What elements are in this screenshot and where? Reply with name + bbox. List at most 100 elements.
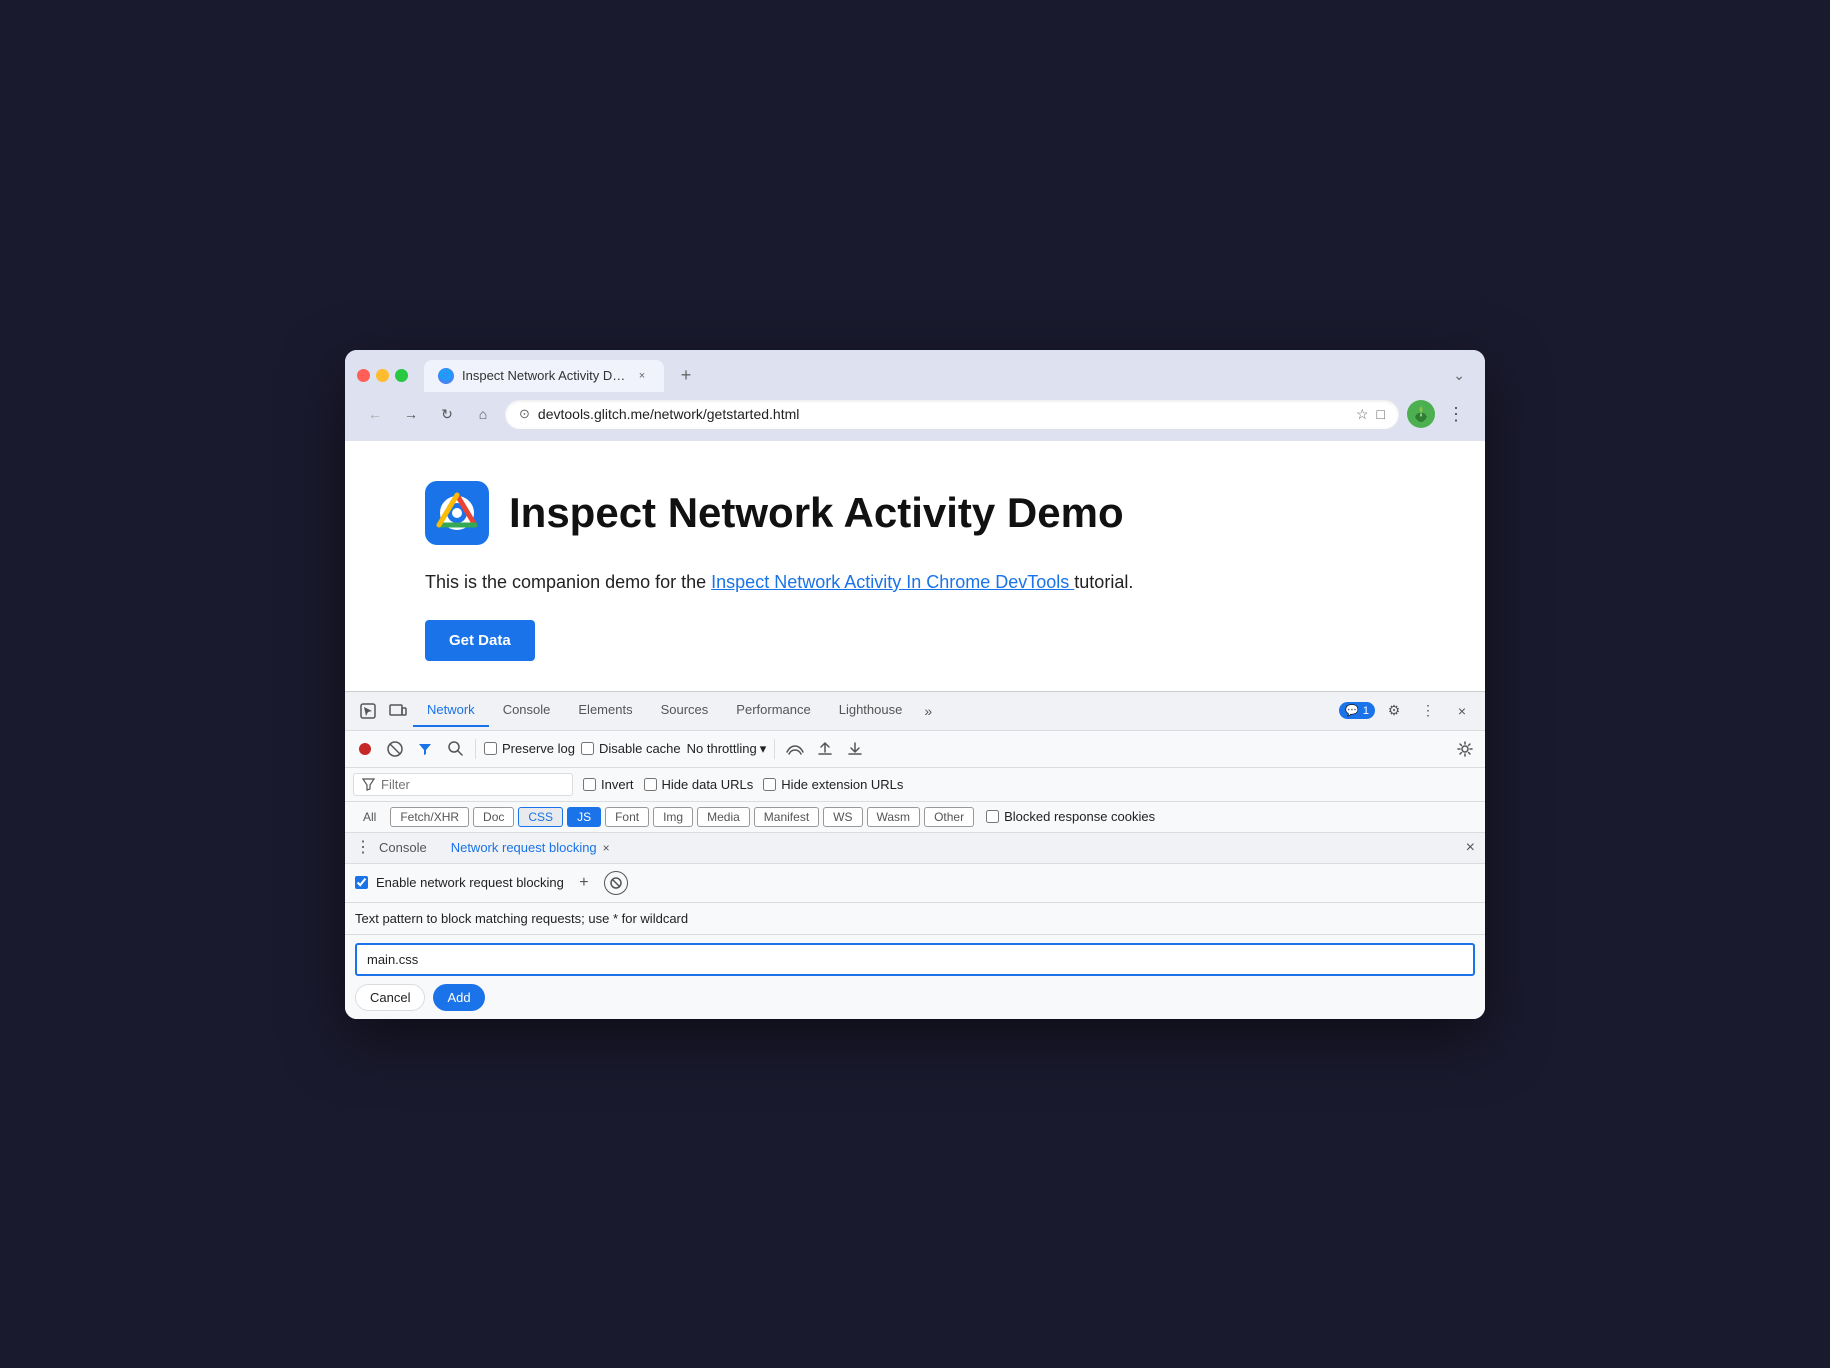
traffic-lights: [357, 369, 408, 382]
home-button[interactable]: ⌂: [469, 400, 497, 428]
devtools-panel: Network Console Elements Sources Perform…: [345, 691, 1485, 1019]
type-filter-css[interactable]: CSS: [518, 807, 563, 827]
tab-list-chevron[interactable]: ⌄: [1445, 363, 1473, 388]
reload-button[interactable]: ↻: [433, 400, 461, 428]
search-button[interactable]: [443, 737, 467, 761]
close-window-button[interactable]: [357, 369, 370, 382]
type-filter-wasm[interactable]: Wasm: [867, 807, 921, 827]
badge-count: 1: [1363, 705, 1369, 717]
url-bar[interactable]: ⊙ devtools.glitch.me/network/getstarted.…: [505, 400, 1399, 429]
filter-input[interactable]: [381, 777, 541, 792]
nrb-add-confirm-button[interactable]: Add: [433, 984, 484, 1011]
blocked-cookies-checkbox[interactable]: [986, 810, 999, 823]
tab-row: 🌐 Inspect Network Activity Dem × + ⌄: [345, 350, 1485, 392]
blocked-cookies-label[interactable]: Blocked response cookies: [986, 809, 1155, 824]
filter-bar: Invert Hide data URLs Hide extension URL…: [345, 768, 1485, 802]
tab-elements[interactable]: Elements: [564, 694, 646, 727]
type-filter-all[interactable]: All: [353, 807, 386, 827]
nrb-input-row: Cancel Add: [345, 935, 1485, 1019]
nrb-close-tab-button[interactable]: ×: [603, 841, 610, 855]
cursor-tool-button[interactable]: [353, 692, 383, 730]
extensions-icon[interactable]: □: [1377, 406, 1385, 422]
clear-log-button[interactable]: [383, 737, 407, 761]
tab-performance[interactable]: Performance: [722, 694, 824, 727]
url-text: devtools.glitch.me/network/getstarted.ht…: [538, 406, 1348, 422]
get-data-button[interactable]: Get Data: [425, 620, 535, 661]
import-har-button[interactable]: [843, 737, 867, 761]
type-filter-manifest[interactable]: Manifest: [754, 807, 819, 827]
tab-sources[interactable]: Sources: [647, 694, 723, 727]
hide-extension-urls-checkbox[interactable]: [763, 778, 776, 791]
clear-icon: [387, 741, 403, 757]
console-messages-badge[interactable]: 💬 1: [1339, 702, 1375, 719]
tab-title: Inspect Network Activity Dem: [462, 368, 626, 383]
profile-avatar[interactable]: [1407, 400, 1435, 428]
invert-filter-checkbox[interactable]: [583, 778, 596, 791]
security-icon: ⊙: [519, 406, 530, 422]
type-filter-ws[interactable]: WS: [823, 807, 862, 827]
tab-console[interactable]: Console: [489, 694, 565, 727]
responsive-tool-button[interactable]: [383, 692, 413, 730]
new-tab-button[interactable]: +: [672, 362, 700, 390]
network-conditions-button[interactable]: [783, 737, 807, 761]
tab-lighthouse[interactable]: Lighthouse: [825, 694, 917, 727]
page-description: This is the companion demo for the Inspe…: [425, 569, 1437, 596]
description-link[interactable]: Inspect Network Activity In Chrome DevTo…: [711, 572, 1074, 592]
preserve-log-checkbox[interactable]: [484, 742, 497, 755]
type-filter-fetch-xhr[interactable]: Fetch/XHR: [390, 807, 469, 827]
filter-icon: [418, 742, 432, 756]
type-filter-other[interactable]: Other: [924, 807, 974, 827]
forward-button[interactable]: →: [397, 400, 425, 428]
nrb-more-options-button[interactable]: ⋮: [355, 840, 371, 856]
minimize-window-button[interactable]: [376, 369, 389, 382]
maximize-window-button[interactable]: [395, 369, 408, 382]
hide-data-urls-checkbox[interactable]: [644, 778, 657, 791]
type-filter-media[interactable]: Media: [697, 807, 750, 827]
browser-menu-button[interactable]: ⋮: [1443, 400, 1469, 429]
nrb-console-label[interactable]: Console: [379, 840, 427, 855]
type-filter-img[interactable]: Img: [653, 807, 693, 827]
disable-cache-checkbox[interactable]: [581, 742, 594, 755]
disable-cache-label[interactable]: Disable cache: [581, 741, 681, 756]
hide-data-urls-label[interactable]: Hide data URLs: [644, 777, 754, 792]
nrb-close-panel-button[interactable]: ×: [1466, 839, 1475, 857]
back-button[interactable]: ←: [361, 400, 389, 428]
type-filter-js[interactable]: JS: [567, 807, 601, 827]
description-suffix: tutorial.: [1074, 572, 1133, 592]
nrb-cancel-button[interactable]: Cancel: [355, 984, 425, 1011]
export-har-button[interactable]: [813, 737, 837, 761]
type-filter-doc[interactable]: Doc: [473, 807, 514, 827]
browser-tab-active[interactable]: 🌐 Inspect Network Activity Dem ×: [424, 360, 664, 392]
invert-filter-label[interactable]: Invert: [583, 777, 634, 792]
type-filter-font[interactable]: Font: [605, 807, 649, 827]
nrb-action-buttons: Cancel Add: [355, 984, 1475, 1011]
responsive-icon: [389, 703, 407, 719]
devtools-more-options-button[interactable]: ⋮: [1413, 692, 1443, 730]
network-toolbar: Preserve log Disable cache No throttling…: [345, 731, 1485, 768]
type-filter-row: All Fetch/XHR Doc CSS JS Font Img Media …: [345, 802, 1485, 833]
record-button[interactable]: [353, 737, 377, 761]
devtools-settings-button[interactable]: ⚙: [1379, 692, 1409, 730]
devtools-close-button[interactable]: ×: [1447, 692, 1477, 730]
nrb-enable-row: Enable network request blocking +: [345, 864, 1485, 903]
tab-network[interactable]: Network: [413, 694, 489, 727]
more-tabs-button[interactable]: »: [916, 703, 940, 719]
preserve-log-label[interactable]: Preserve log: [484, 741, 575, 756]
nrb-add-pattern-button[interactable]: +: [572, 871, 596, 895]
enable-blocking-checkbox[interactable]: [355, 876, 368, 889]
throttle-selector[interactable]: No throttling ▾: [687, 741, 767, 757]
nrb-clear-patterns-button[interactable]: [604, 871, 628, 895]
nrb-tab[interactable]: Network request blocking ×: [451, 840, 610, 855]
tab-close-button[interactable]: ×: [634, 368, 650, 384]
nrb-header: ⋮ Console Network request blocking × ×: [345, 833, 1485, 864]
clear-all-icon: [610, 877, 622, 889]
toolbar-divider: [475, 739, 476, 759]
description-prefix: This is the companion demo for the: [425, 572, 711, 592]
network-settings-button[interactable]: [1453, 737, 1477, 761]
record-icon: [358, 742, 372, 756]
filter-toggle-button[interactable]: [413, 737, 437, 761]
bookmark-icon[interactable]: ☆: [1356, 406, 1369, 423]
devtools-right-controls: 💬 1 ⚙ ⋮ ×: [1339, 692, 1477, 730]
block-pattern-input[interactable]: [355, 943, 1475, 976]
hide-extension-urls-label[interactable]: Hide extension URLs: [763, 777, 903, 792]
